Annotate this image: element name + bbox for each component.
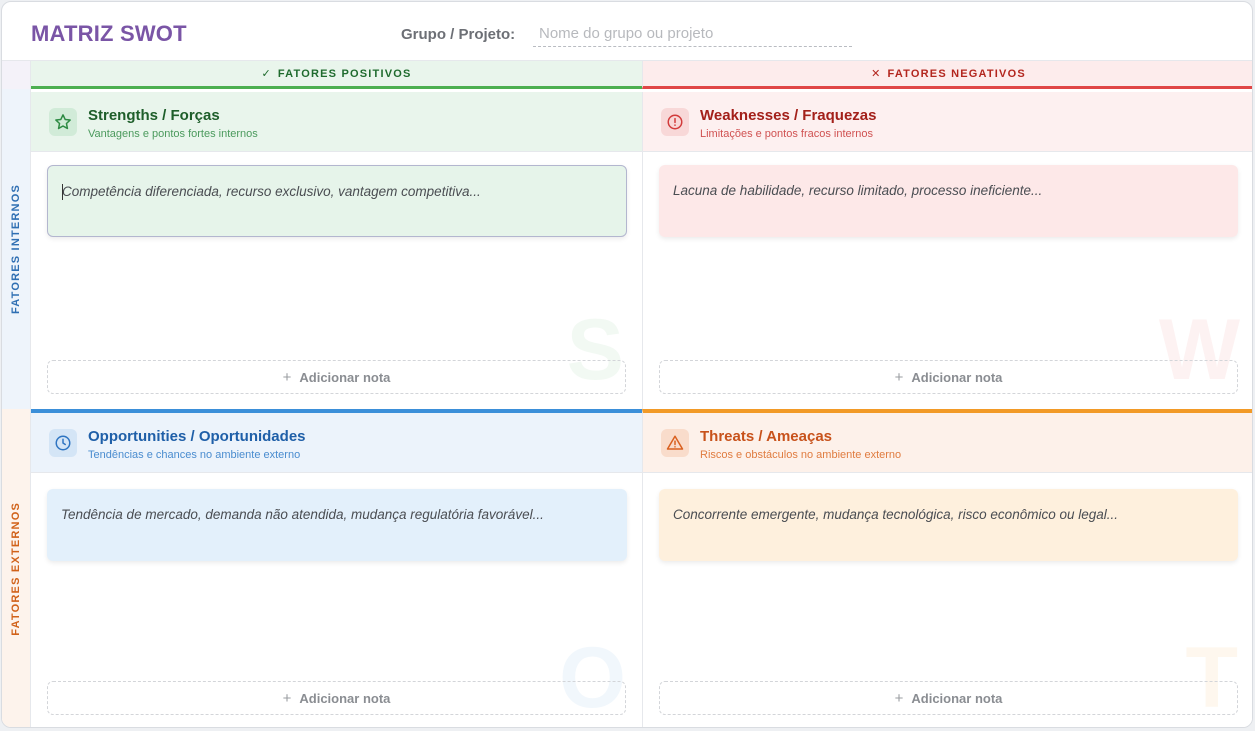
page-title: MATRIZ SWOT	[31, 21, 187, 46]
column-header-negative: ✕ FATORES NEGATIVOS	[642, 61, 1252, 89]
quadrant-weaknesses: W Weaknesses / Fraquezas Limitações e po…	[642, 92, 1252, 409]
add-note-label: Adicionar nota	[299, 369, 391, 385]
add-note-label: Adicionar nota	[911, 369, 1003, 385]
quadrant-title: Strengths / Forças	[88, 107, 220, 124]
star-icon	[49, 108, 77, 136]
clock-icon	[49, 429, 77, 457]
swot-app: MATRIZ SWOT Grupo / Projeto: ✓ FATORES P…	[1, 1, 1253, 728]
quadrant-header: Opportunities / Oportunidades Tendências…	[31, 413, 642, 473]
quadrant-threats: T Threats / Ameaças Riscos e obstáculos …	[642, 409, 1252, 727]
add-note-label: Adicionar nota	[299, 690, 391, 706]
quadrant-subtitle: Limitações e pontos fracos internos	[700, 128, 874, 140]
check-icon: ✓	[261, 68, 272, 80]
add-note-button[interactable]: + Adicionar nota	[47, 681, 626, 715]
column-header-positive-label: FATORES POSITIVOS	[277, 67, 412, 80]
quadrant-header: Weaknesses / Fraquezas Limitações e pont…	[643, 92, 1252, 152]
plus-icon: +	[894, 368, 904, 386]
app-header: MATRIZ SWOT Grupo / Projeto:	[2, 2, 1252, 61]
alert-circle-icon	[661, 108, 689, 136]
group-project-label: Grupo / Projeto:	[401, 26, 516, 43]
note-card[interactable]: Tendência de mercado, demanda não atendi…	[47, 489, 627, 561]
row-header-external-label: FATORES EXTERNOS	[10, 502, 22, 636]
group-project-input[interactable]	[533, 21, 852, 47]
row-header-internal: FATORES INTERNOS	[2, 89, 31, 409]
column-header-positive: ✓ FATORES POSITIVOS	[31, 61, 642, 89]
quadrant-strengths: S Strengths / Forças Vantagens e pontos …	[31, 92, 642, 409]
column-header-negative-label: FATORES NEGATIVOS	[887, 67, 1026, 80]
add-note-button[interactable]: + Adicionar nota	[47, 360, 626, 394]
add-note-label: Adicionar nota	[911, 690, 1003, 706]
quadrant-subtitle: Tendências e chances no ambiente externo	[88, 449, 301, 461]
quadrant-opportunities: O Opportunities / Oportunidades Tendênci…	[31, 409, 642, 727]
quadrant-header: Strengths / Forças Vantagens e pontos fo…	[31, 92, 642, 152]
x-icon: ✕	[871, 68, 882, 80]
note-card[interactable]: Competência diferenciada, recurso exclus…	[47, 165, 627, 237]
quadrant-subtitle: Riscos e obstáculos no ambiente externo	[700, 449, 902, 461]
plus-icon: +	[282, 368, 292, 386]
quadrant-title: Weaknesses / Fraquezas	[700, 107, 877, 124]
row-header-internal-label: FATORES INTERNOS	[10, 183, 22, 315]
plus-icon: +	[894, 689, 904, 707]
add-note-button[interactable]: + Adicionar nota	[659, 360, 1238, 394]
matrix-corner	[2, 61, 31, 89]
quadrant-title: Threats / Ameaças	[700, 428, 833, 445]
quadrant-header: Threats / Ameaças Riscos e obstáculos no…	[643, 413, 1252, 473]
warning-triangle-icon	[661, 429, 689, 457]
row-header-external: FATORES EXTERNOS	[2, 409, 31, 727]
plus-icon: +	[282, 689, 292, 707]
note-card[interactable]: Lacuna de habilidade, recurso limitado, …	[659, 165, 1238, 237]
add-note-button[interactable]: + Adicionar nota	[659, 681, 1238, 715]
quadrant-title: Opportunities / Oportunidades	[88, 428, 306, 445]
quadrant-subtitle: Vantagens e pontos fortes internos	[88, 128, 258, 140]
note-card[interactable]: Concorrente emergente, mudança tecnológi…	[659, 489, 1238, 561]
